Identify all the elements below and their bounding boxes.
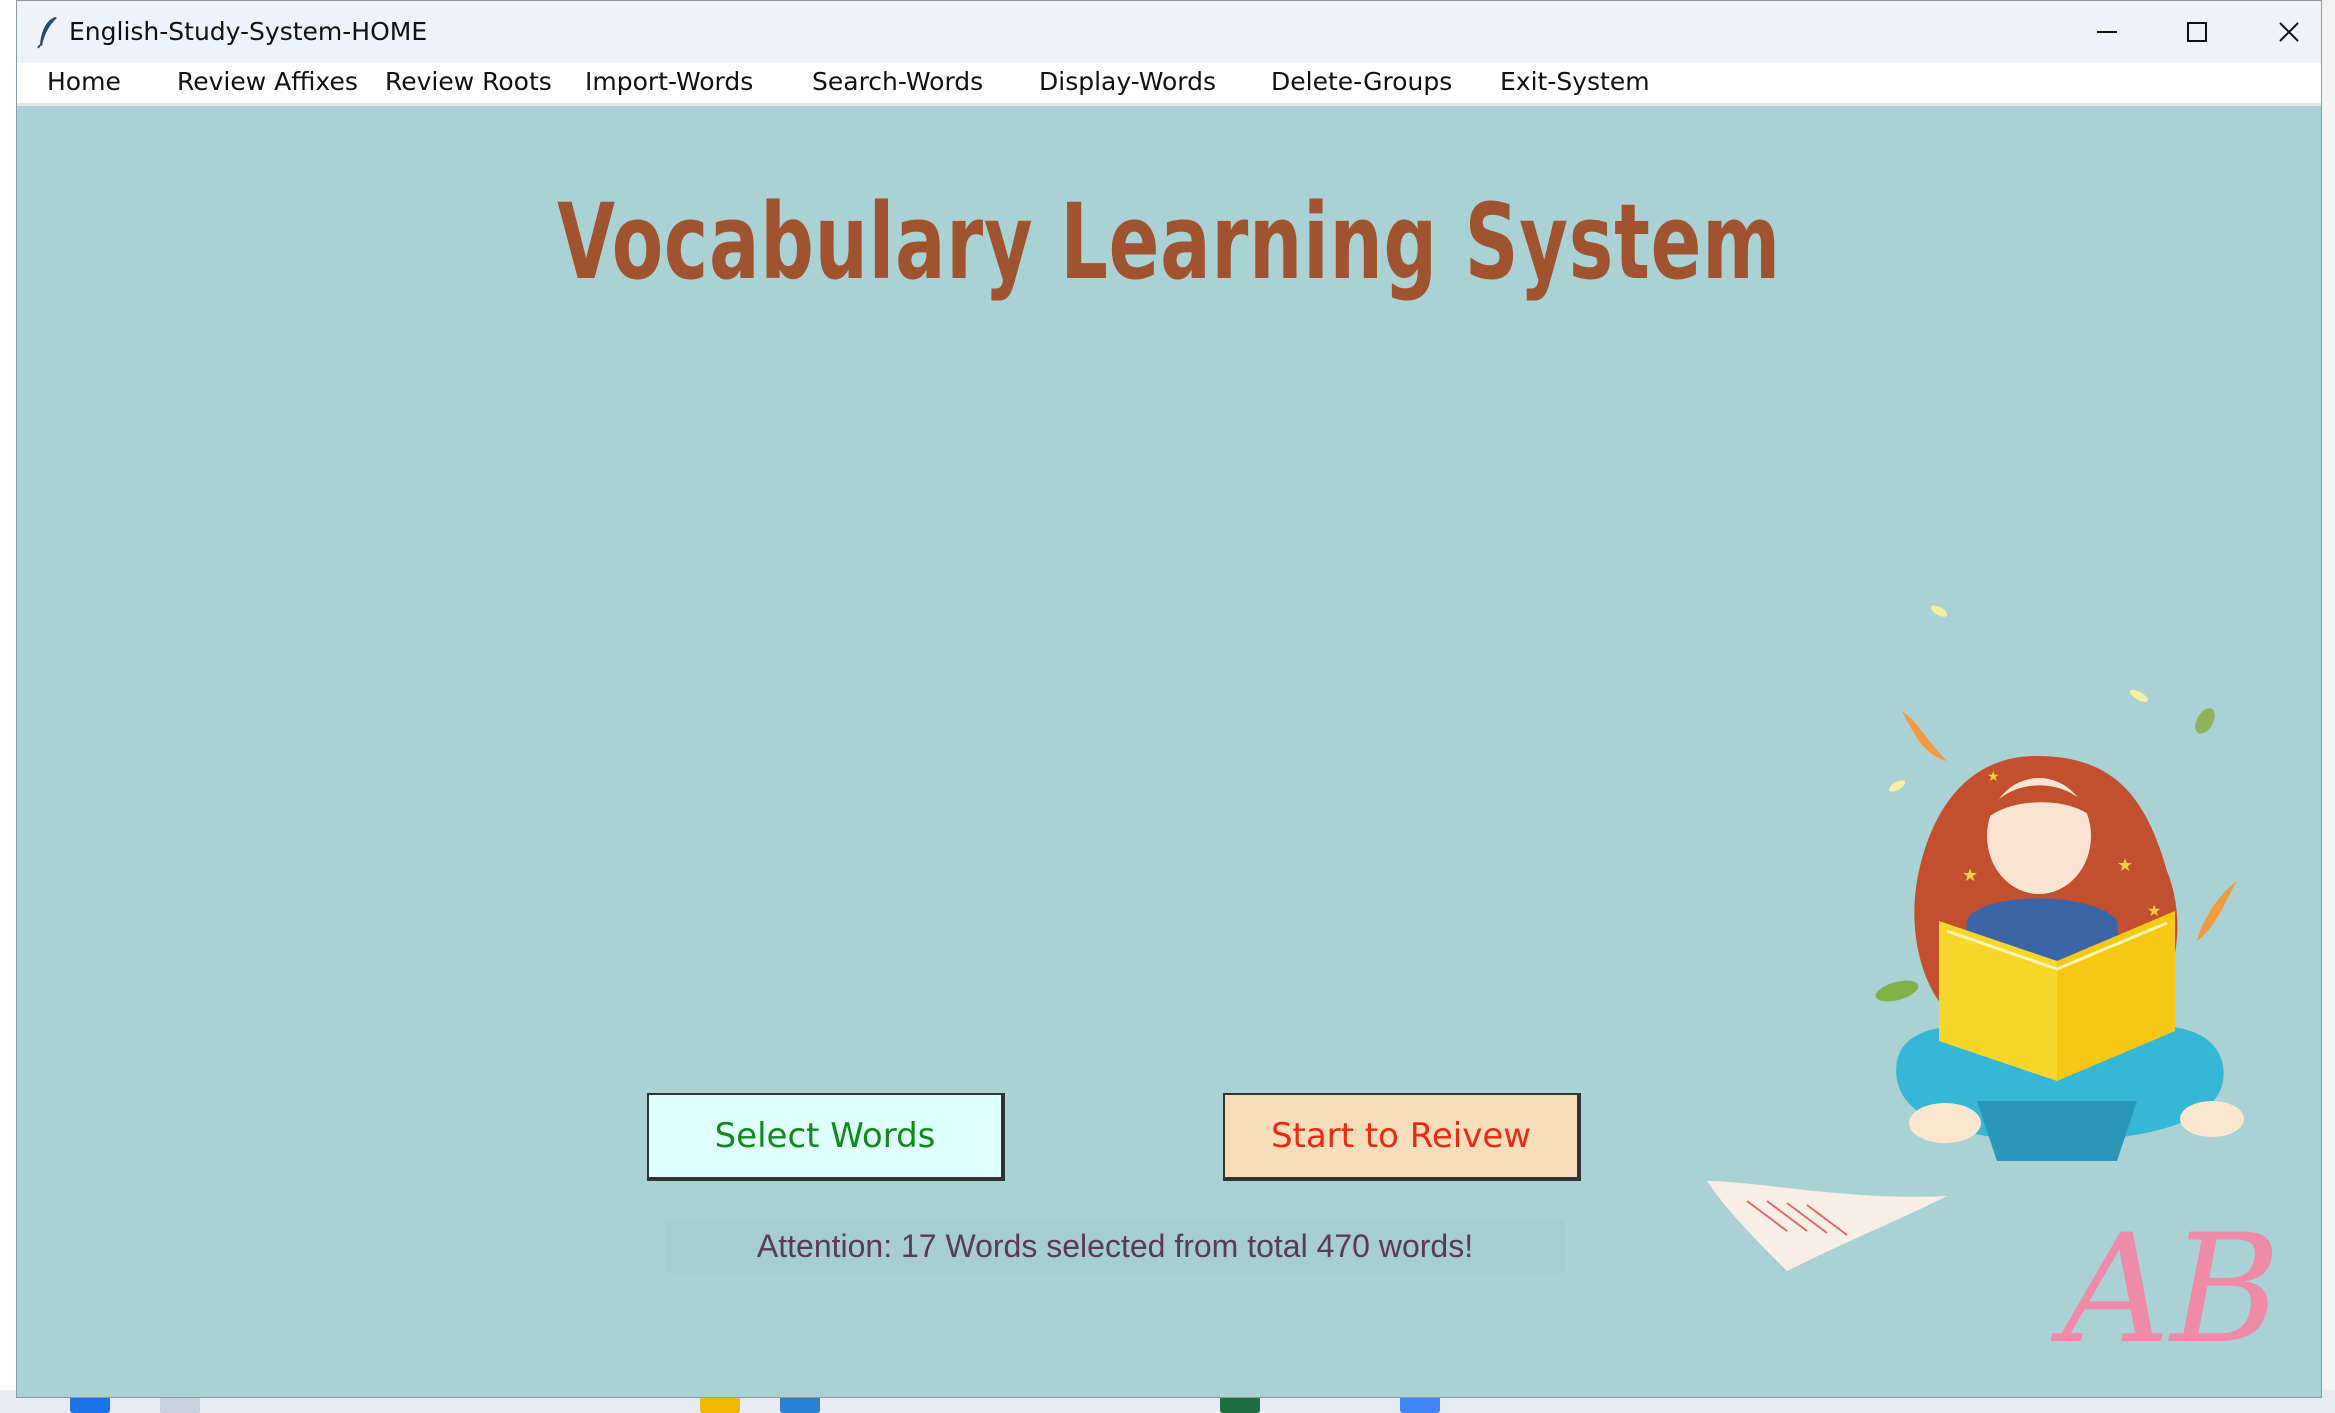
desktop-background-left xyxy=(0,0,16,1413)
menu-delete-groups[interactable]: Delete-Groups xyxy=(1271,67,1452,96)
menu-display-words[interactable]: Display-Words xyxy=(1039,67,1216,96)
menu-home[interactable]: Home xyxy=(47,67,121,96)
close-icon xyxy=(2279,22,2299,42)
desktop-background-right xyxy=(2322,0,2335,1413)
svg-text:★: ★ xyxy=(2147,903,2161,920)
reading-girl-illustration: ★ ★ ★ ★ ABC xyxy=(1707,605,2277,1361)
abc-letters: ABC xyxy=(2050,1203,2277,1361)
start-review-button[interactable]: Start to Reivew xyxy=(1223,1093,1581,1181)
taskbar-search-icon[interactable] xyxy=(160,1396,200,1413)
close-button[interactable] xyxy=(2243,1,2335,63)
maximize-button[interactable] xyxy=(2151,1,2243,63)
menu-review-roots[interactable]: Review Roots xyxy=(385,67,552,96)
svg-text:★: ★ xyxy=(1962,865,1978,885)
start-icon[interactable] xyxy=(70,1396,110,1413)
maximize-icon xyxy=(2187,22,2207,42)
svg-text:★: ★ xyxy=(1987,768,2000,784)
app-heading: Vocabulary Learning System xyxy=(557,181,1781,303)
minimize-icon xyxy=(2097,31,2117,33)
menu-import-words[interactable]: Import-Words xyxy=(585,67,753,96)
menu-bar: Home Review Affixes Review Roots Import-… xyxy=(17,63,2321,106)
menu-review-affixes[interactable]: Review Affixes xyxy=(177,67,358,96)
menu-exit-system[interactable]: Exit-System xyxy=(1500,67,1650,96)
svg-text:★: ★ xyxy=(2117,855,2133,875)
taskbar-folder-icon[interactable] xyxy=(700,1396,740,1413)
taskbar-chrome-icon[interactable] xyxy=(1400,1396,1440,1413)
status-message: Attention: 17 Words selected from total … xyxy=(665,1219,1565,1273)
app-window: English-Study-System-HOME Home Review Af… xyxy=(16,0,2322,1398)
menu-search-words[interactable]: Search-Words xyxy=(812,67,983,96)
title-bar: English-Study-System-HOME xyxy=(17,1,2321,63)
select-words-button[interactable]: Select Words xyxy=(647,1093,1005,1181)
taskbar-vscode-icon[interactable] xyxy=(780,1396,820,1413)
window-title: English-Study-System-HOME xyxy=(69,17,428,46)
minimize-button[interactable] xyxy=(2061,1,2153,63)
taskbar-excel-icon[interactable] xyxy=(1220,1396,1260,1413)
feather-icon xyxy=(37,15,59,54)
